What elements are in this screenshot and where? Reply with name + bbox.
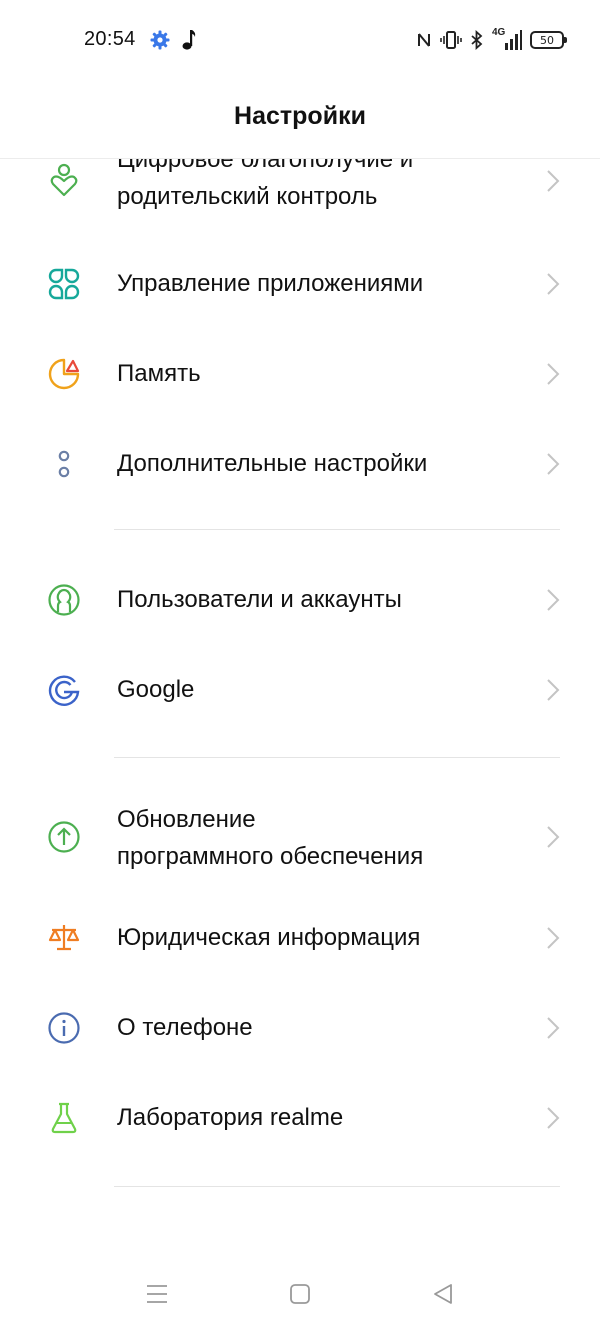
settings-item-realme-lab[interactable]: Лаборатория realme [0, 1073, 600, 1163]
settings-item-label: Google [117, 676, 195, 703]
battery-icon: 50 [530, 31, 567, 49]
settings-item-label: Дополнительные настройки [117, 450, 428, 477]
nfc-icon [418, 33, 430, 47]
users-accounts-icon [46, 582, 82, 618]
settings-item-label-line1: Цифровое благополучие и [117, 159, 414, 173]
chevron-right-icon [547, 170, 560, 192]
settings-item-label: Юридическая информация [117, 924, 421, 951]
section-divider [114, 1186, 560, 1187]
app-management-icon [46, 266, 82, 302]
back-icon [434, 1284, 452, 1304]
settings-item-label-line2: родительский контроль [117, 183, 378, 210]
settings-item-label: Память [117, 360, 201, 387]
section-divider [114, 757, 560, 758]
settings-item-legal-info[interactable]: Юридическая информация [0, 893, 600, 983]
settings-item-software-update[interactable]: Обновление программного обеспечения [0, 781, 600, 893]
chevron-right-icon [547, 1017, 560, 1039]
signal-icon: 4G [492, 27, 522, 51]
section-divider [114, 529, 560, 530]
settings-item-about-phone[interactable]: О телефоне [0, 983, 600, 1073]
recents-button[interactable] [137, 1274, 177, 1314]
settings-item-label-line1: Обновление [117, 806, 256, 833]
recents-icon [147, 1285, 167, 1303]
battery-level: 50 [540, 33, 554, 47]
music-note-icon [182, 30, 196, 50]
settings-item-google[interactable]: Google [0, 645, 600, 735]
settings-item-storage[interactable]: Память [0, 329, 600, 419]
navigation-bar [0, 1260, 600, 1333]
chevron-right-icon [547, 363, 560, 385]
bluetooth-icon [471, 30, 483, 50]
gear-icon [150, 30, 170, 50]
settings-item-label: Управление приложениями [117, 270, 424, 297]
realme-lab-icon [46, 1100, 82, 1136]
storage-icon [46, 356, 82, 392]
settings-item-label-line2: программного обеспечения [117, 843, 424, 870]
status-time: 20:54 [84, 28, 136, 50]
chevron-right-icon [547, 273, 560, 295]
settings-item-label: Пользователи и аккаунты [117, 586, 402, 613]
about-phone-icon [46, 1010, 82, 1046]
chevron-right-icon [547, 1107, 560, 1129]
home-button[interactable] [280, 1274, 320, 1314]
page-title: Настройки [234, 102, 366, 130]
chevron-right-icon [547, 589, 560, 611]
settings-list[interactable]: Цифровое благополучие и родительский кон… [0, 159, 600, 1239]
back-button[interactable] [423, 1274, 463, 1314]
vibrate-icon [440, 31, 462, 49]
google-icon [46, 672, 82, 708]
chevron-right-icon [547, 826, 560, 848]
chevron-right-icon [547, 927, 560, 949]
page-header: Настройки [0, 80, 600, 158]
digital-wellbeing-icon [46, 162, 82, 198]
settings-item-digital-wellbeing[interactable]: Цифровое благополучие и родительский кон… [0, 159, 600, 229]
settings-item-app-management[interactable]: Управление приложениями [0, 239, 600, 329]
settings-item-additional-settings[interactable]: Дополнительные настройки [0, 419, 600, 509]
status-bar: 20:54 4G 50 [0, 0, 600, 80]
software-update-icon [46, 819, 82, 855]
legal-info-icon [46, 920, 82, 956]
settings-item-users-accounts[interactable]: Пользователи и аккаунты [0, 555, 600, 645]
additional-settings-icon [46, 446, 82, 482]
home-icon [290, 1284, 310, 1304]
settings-item-label: Лаборатория realme [117, 1104, 344, 1131]
chevron-right-icon [547, 679, 560, 701]
chevron-right-icon [547, 453, 560, 475]
settings-item-label: О телефоне [117, 1014, 253, 1041]
status-icons: 4G 50 [416, 27, 567, 52]
